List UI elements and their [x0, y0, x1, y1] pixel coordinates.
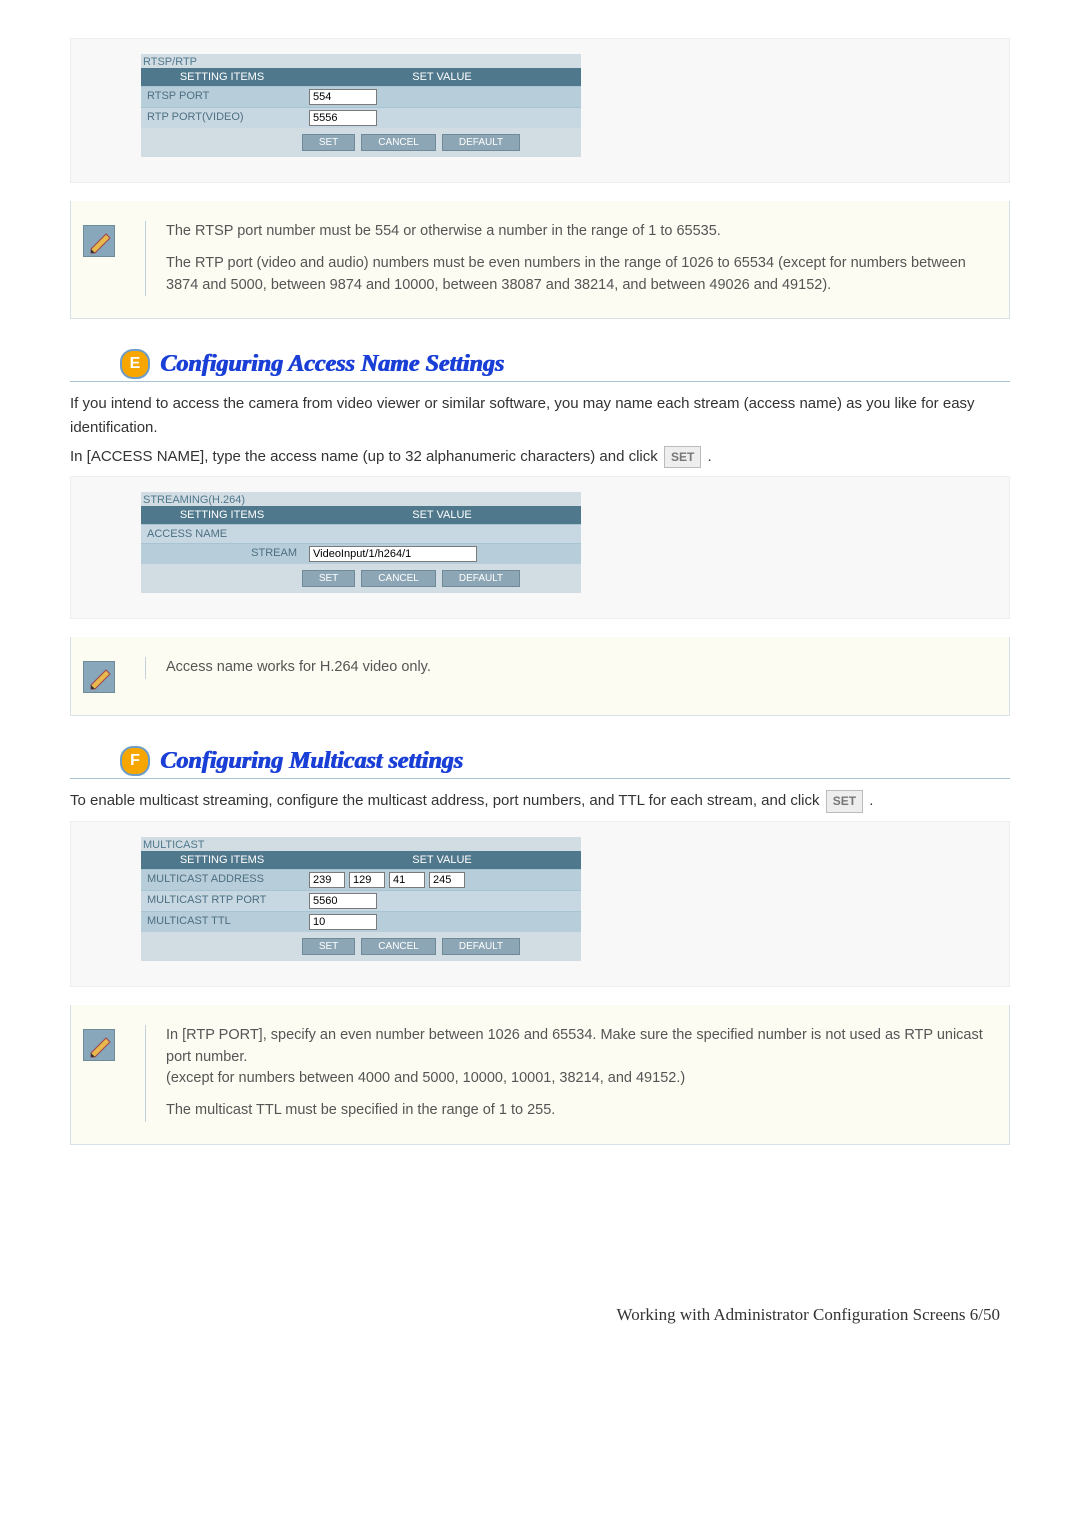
- addr-oct-4[interactable]: [429, 872, 465, 888]
- multicast-panel: MULTICAST SETTING ITEMS SET VALUE MULTIC…: [70, 821, 1010, 987]
- default-button[interactable]: DEFAULT: [442, 938, 520, 955]
- section-f-para1: To enable multicast streaming, configure…: [70, 789, 1010, 813]
- stream-input[interactable]: [309, 546, 477, 562]
- note-text: The RTP port (video and audio) numbers m…: [166, 253, 989, 297]
- pencil-note-icon: [83, 1029, 115, 1061]
- multicast-rtp-port-input[interactable]: [309, 893, 377, 909]
- set-button[interactable]: SET: [302, 134, 355, 151]
- default-button[interactable]: DEFAULT: [442, 134, 520, 151]
- note-text: In [RTP PORT], specify an even number be…: [166, 1025, 989, 1090]
- note-access-name: Access name works for H.264 video only.: [70, 637, 1010, 716]
- note-text: Access name works for H.264 video only.: [166, 657, 431, 679]
- cancel-button[interactable]: CANCEL: [361, 938, 436, 955]
- multicast-ttl-label: MULTICAST TTL: [141, 912, 303, 932]
- table-row: RTSP PORT: [141, 86, 581, 107]
- panel-title: RTSP/RTP: [141, 54, 581, 68]
- heading-text: Configuring Access Name Settings: [160, 351, 504, 378]
- rtp-port-video-label: RTP PORT(VIDEO): [141, 108, 303, 128]
- multicast-ttl-input[interactable]: [309, 914, 377, 930]
- table-row: MULTICAST ADDRESS: [141, 869, 581, 890]
- note-text: The multicast TTL must be specified in t…: [166, 1100, 989, 1122]
- col-setting-items: SETTING ITEMS: [141, 506, 303, 524]
- multicast-address-label: MULTICAST ADDRESS: [141, 870, 303, 890]
- pencil-note-icon: [83, 661, 115, 693]
- streaming-panel: STREAMING(H.264) SETTING ITEMS SET VALUE…: [70, 476, 1010, 619]
- col-set-value: SET VALUE: [303, 851, 581, 869]
- badge-e: E: [120, 349, 150, 379]
- default-button[interactable]: DEFAULT: [442, 570, 520, 587]
- set-inline-label: SET: [664, 446, 701, 469]
- pencil-note-icon: [83, 225, 115, 257]
- table-row: MULTICAST TTL: [141, 911, 581, 932]
- panel-title: MULTICAST: [141, 837, 581, 851]
- cancel-button[interactable]: CANCEL: [361, 134, 436, 151]
- section-f-heading: F Configuring Multicast settings: [70, 746, 1010, 779]
- set-inline-label: SET: [826, 790, 863, 813]
- rtsp-port-label: RTSP PORT: [141, 87, 303, 107]
- addr-oct-3[interactable]: [389, 872, 425, 888]
- badge-f: F: [120, 746, 150, 776]
- section-e-heading: E Configuring Access Name Settings: [70, 349, 1010, 382]
- access-name-subhead: ACCESS NAME: [141, 524, 581, 543]
- rtsp-rtp-panel: RTSP/RTP SETTING ITEMS SET VALUE RTSP PO…: [70, 38, 1010, 183]
- col-set-value: SET VALUE: [303, 68, 581, 86]
- note-multicast: In [RTP PORT], specify an even number be…: [70, 1005, 1010, 1145]
- cancel-button[interactable]: CANCEL: [361, 570, 436, 587]
- note-rtsp: The RTSP port number must be 554 or othe…: [70, 201, 1010, 319]
- heading-text: Configuring Multicast settings: [160, 748, 463, 775]
- addr-oct-1[interactable]: [309, 872, 345, 888]
- stream-label: STREAM: [141, 544, 303, 564]
- set-button[interactable]: SET: [302, 570, 355, 587]
- section-e-para2: In [ACCESS NAME], type the access name (…: [70, 445, 1010, 469]
- note-text: The RTSP port number must be 554 or othe…: [166, 221, 989, 243]
- table-row: RTP PORT(VIDEO): [141, 107, 581, 128]
- table-row: STREAM: [141, 543, 581, 564]
- page-footer: Working with Administrator Configuration…: [70, 1305, 1010, 1325]
- table-row: MULTICAST RTP PORT: [141, 890, 581, 911]
- section-e-para1: If you intend to access the camera from …: [70, 392, 1010, 439]
- set-button[interactable]: SET: [302, 938, 355, 955]
- multicast-rtp-port-label: MULTICAST RTP PORT: [141, 891, 303, 911]
- col-set-value: SET VALUE: [303, 506, 581, 524]
- rtsp-port-input[interactable]: [309, 89, 377, 105]
- panel-title: STREAMING(H.264): [141, 492, 581, 506]
- addr-oct-2[interactable]: [349, 872, 385, 888]
- rtp-port-video-input[interactable]: [309, 110, 377, 126]
- col-setting-items: SETTING ITEMS: [141, 68, 303, 86]
- col-setting-items: SETTING ITEMS: [141, 851, 303, 869]
